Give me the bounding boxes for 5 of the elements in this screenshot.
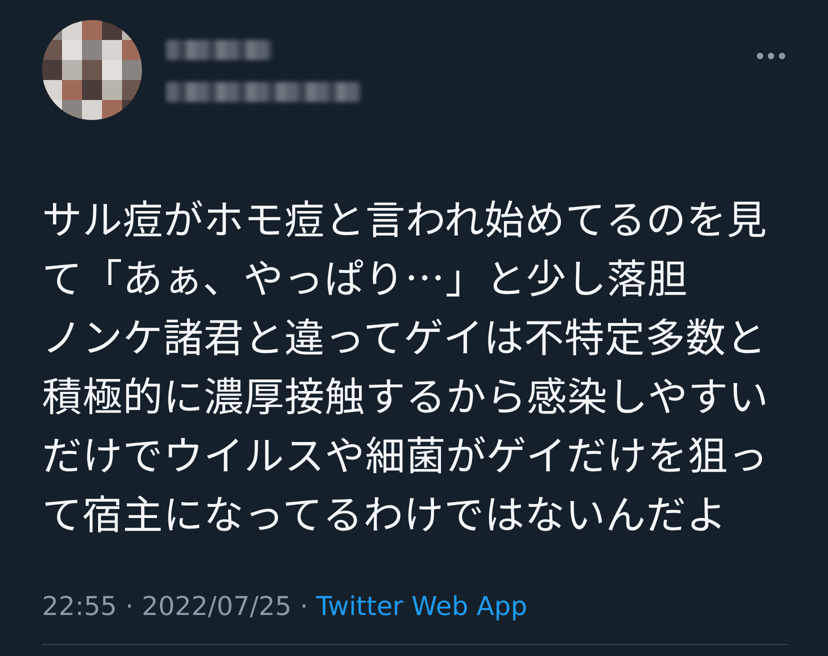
source-link[interactable]: Twitter Web App bbox=[316, 592, 528, 622]
timestamp: 22:55 · 2022/07/25 · bbox=[42, 592, 308, 622]
tweet-text: ノンケ諸君と違ってゲイは不特定多数と積極的に濃厚接触するから感染しやすいだけでウイルスや細菌がゲイだけを狙って宿主になってるわけではないんだよ bbox=[42, 306, 770, 542]
more-icon[interactable] bbox=[756, 52, 786, 60]
tweet-text: サル痘がホモ痘と言われ始めてるのを見て「あぁ、やっぱり…」と少し落胆 bbox=[42, 188, 768, 306]
